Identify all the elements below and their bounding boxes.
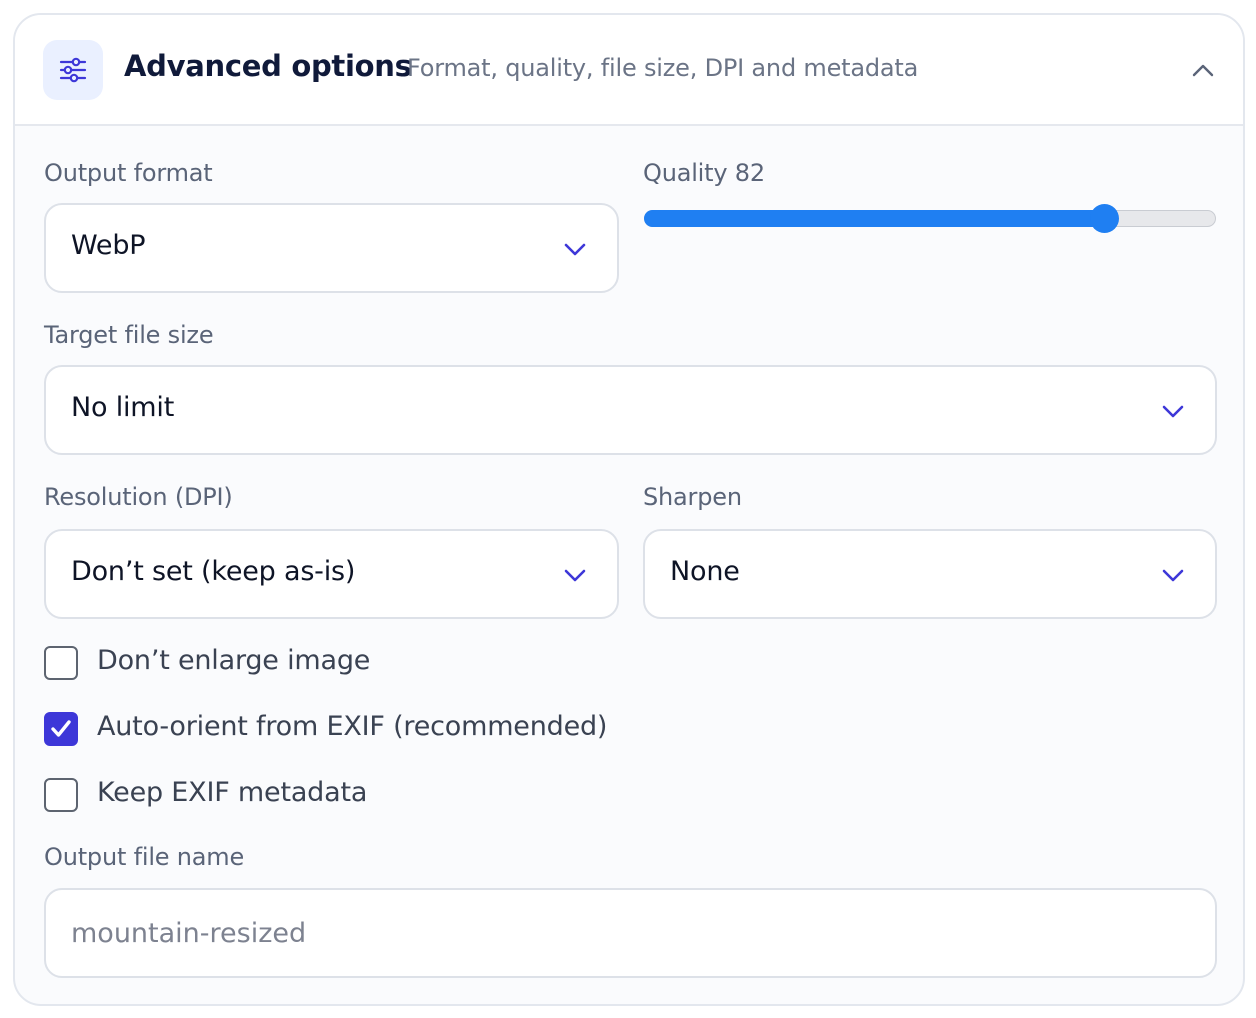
sharpen-label: Sharpen bbox=[643, 483, 742, 511]
slider-thumb[interactable] bbox=[1089, 204, 1119, 233]
sharpen-value: None bbox=[670, 556, 740, 587]
checkbox-box[interactable] bbox=[44, 778, 78, 812]
target-size-label: Target file size bbox=[44, 321, 214, 349]
chevron-down-icon bbox=[1162, 569, 1184, 582]
quality-label: Quality 82 bbox=[643, 159, 765, 187]
checkbox-label: Keep EXIF metadata bbox=[97, 777, 368, 808]
advanced-options-header[interactable]: Advanced options Format, quality, file s… bbox=[15, 15, 1243, 126]
chevron-down-icon bbox=[1162, 405, 1184, 418]
chevron-up-icon bbox=[1192, 64, 1214, 77]
checkmark-icon bbox=[51, 720, 71, 737]
section-subtitle: Format, quality, file size, DPI and meta… bbox=[407, 54, 919, 82]
checkbox-box[interactable] bbox=[44, 646, 78, 680]
resolution-label: Resolution (DPI) bbox=[44, 483, 233, 511]
file-name-label: Output file name bbox=[44, 843, 245, 871]
target-size-select[interactable]: No limit bbox=[44, 365, 1217, 455]
sliders-icon bbox=[43, 40, 103, 100]
checkbox-box[interactable] bbox=[44, 712, 78, 746]
chevron-down-icon bbox=[564, 243, 586, 256]
quality-slider[interactable] bbox=[644, 200, 1216, 240]
resolution-select[interactable]: Don’t set (keep as-is) bbox=[44, 529, 619, 619]
sharpen-select[interactable]: None bbox=[643, 529, 1217, 619]
checkbox-label: Don’t enlarge image bbox=[97, 645, 371, 676]
output-format-label: Output format bbox=[44, 159, 213, 187]
checkbox-label: Auto-orient from EXIF (recommended) bbox=[97, 711, 608, 742]
slider-fill bbox=[644, 210, 1104, 227]
collapse-button[interactable] bbox=[1183, 55, 1223, 85]
resolution-value: Don’t set (keep as-is) bbox=[71, 556, 356, 587]
target-size-value: No limit bbox=[71, 392, 175, 423]
chevron-down-icon bbox=[564, 569, 586, 582]
output-format-value: WebP bbox=[71, 230, 146, 261]
advanced-options-panel: Advanced options Format, quality, file s… bbox=[13, 13, 1245, 1006]
output-format-select[interactable]: WebP bbox=[44, 203, 619, 293]
section-title: Advanced options bbox=[124, 49, 412, 83]
file-name-input[interactable] bbox=[44, 888, 1217, 978]
